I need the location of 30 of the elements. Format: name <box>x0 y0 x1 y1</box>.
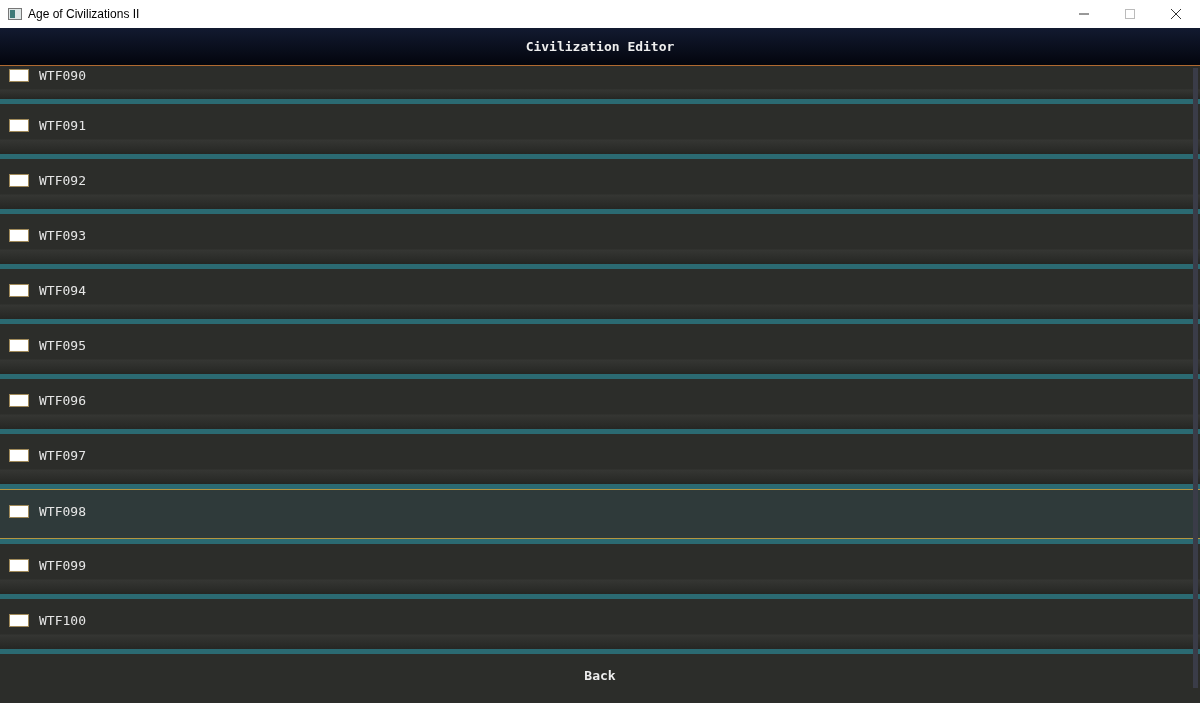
civilization-name: WTF098 <box>39 504 86 519</box>
civilization-name: WTF096 <box>39 393 86 408</box>
flag-placeholder <box>9 614 29 627</box>
civilization-name: WTF100 <box>39 613 86 628</box>
civilization-name: WTF093 <box>39 228 86 243</box>
civilization-name: WTF091 <box>39 118 86 133</box>
screen-title: Civilization Editor <box>525 39 675 54</box>
flag-placeholder <box>9 559 29 572</box>
flag-placeholder <box>9 174 29 187</box>
flag-placeholder <box>9 394 29 407</box>
flag-placeholder <box>9 449 29 462</box>
close-icon[interactable] <box>1170 8 1182 20</box>
flag-placeholder <box>9 229 29 242</box>
scrollbar[interactable] <box>1193 68 1198 688</box>
civilization-name: WTF094 <box>39 283 86 298</box>
civilization-name: WTF092 <box>39 173 86 188</box>
maximize-icon[interactable] <box>1124 8 1136 20</box>
flag-placeholder <box>9 505 29 518</box>
window-title: Age of Civilizations II <box>28 7 141 21</box>
flag-placeholder <box>9 119 29 132</box>
civilization-row[interactable]: WTF098 <box>0 489 1200 539</box>
civilization-name: WTF097 <box>39 448 86 463</box>
app-icon <box>8 8 22 20</box>
flag-placeholder <box>9 339 29 352</box>
flag-placeholder <box>9 69 29 82</box>
civilization-name: WTF095 <box>39 338 86 353</box>
civilization-name: WTF099 <box>39 558 86 573</box>
civilization-name: WTF090 <box>39 68 86 83</box>
civilization-row[interactable]: WTF090 <box>0 66 1200 99</box>
flag-placeholder <box>9 284 29 297</box>
